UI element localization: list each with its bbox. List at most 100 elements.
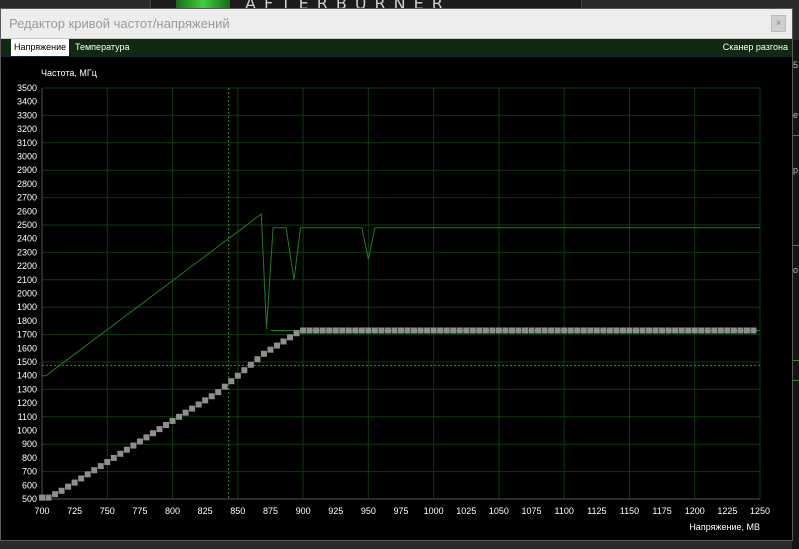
curve-points [39, 327, 760, 501]
y-tick-label: 600 [22, 480, 37, 490]
curve-point [182, 409, 189, 416]
curve-point [228, 378, 235, 385]
curve-point [515, 327, 522, 334]
vf-curve-line [42, 213, 760, 377]
curve-point [730, 327, 737, 334]
curve-point [273, 342, 280, 349]
curve-point [234, 372, 241, 379]
curve-point [561, 327, 568, 334]
y-tick-label: 2000 [17, 289, 37, 299]
curve-point [678, 327, 685, 334]
chart-grid [41, 87, 761, 500]
curve-point [195, 401, 202, 408]
curve-point [593, 327, 600, 334]
curve-point [554, 327, 561, 334]
curve-point [345, 327, 352, 334]
y-tick-label: 2900 [17, 165, 37, 175]
curve-point [632, 327, 639, 334]
curve-point [306, 327, 313, 334]
curve-point [52, 491, 59, 498]
y-tick-label: 2600 [17, 206, 37, 216]
curve-point [189, 405, 196, 412]
y-tick-label: 1900 [17, 302, 37, 312]
curve-point [613, 327, 620, 334]
curve-point [221, 383, 228, 390]
curve-point [430, 327, 437, 334]
x-tick-label: 1125 [587, 506, 606, 516]
y-tick-label: 2500 [17, 220, 37, 230]
x-tick-label: 1100 [555, 506, 574, 516]
curve-point [724, 327, 731, 334]
curve-point [737, 327, 744, 334]
curve-point [437, 327, 444, 334]
x-tick-label: 950 [361, 506, 376, 516]
x-tick-label: 1000 [424, 506, 444, 516]
curve-point [528, 327, 535, 334]
x-tick-label: 1025 [456, 506, 476, 516]
x-tick-label: 975 [393, 506, 408, 516]
curve-point [717, 327, 724, 334]
y-tick-label: 2200 [17, 261, 37, 271]
y-tick-label: 3400 [17, 97, 37, 107]
vf-curve-chart[interactable]: 500 600 700 800 900 1000 1100 1200 1300 1400 1500 1… [0, 0, 799, 549]
x-tick-label: 1200 [685, 506, 705, 516]
curve-point [254, 356, 261, 363]
y-tick-label: 900 [22, 439, 37, 449]
curve-point [548, 327, 555, 334]
curve-point [110, 454, 117, 461]
curve-point [202, 397, 209, 404]
x-tick-label: 800 [165, 506, 180, 516]
curve-point [535, 327, 542, 334]
curve-point [58, 487, 65, 494]
y-tick-label: 800 [22, 453, 37, 463]
curve-point [339, 327, 346, 334]
curve-point [39, 494, 45, 501]
curve-point [169, 417, 176, 424]
curve-point [123, 446, 130, 453]
curve-point [567, 327, 574, 334]
curve-point [241, 367, 248, 374]
y-tick-label: 1000 [17, 426, 37, 436]
y-tick-label: 1200 [17, 398, 37, 408]
curve-point [130, 442, 137, 449]
curve-point [117, 450, 124, 457]
y-tick-label: 3100 [17, 138, 37, 148]
curve-point [659, 327, 666, 334]
curve-point [176, 413, 183, 420]
x-tick-label: 825 [198, 506, 213, 516]
curve-point [626, 327, 633, 334]
y-tick-label: 700 [22, 467, 37, 477]
curve-point [78, 475, 85, 482]
curve-point [417, 327, 424, 334]
curve-point [443, 327, 450, 334]
curve-point [495, 327, 502, 334]
curve-point [313, 327, 320, 334]
x-tick-labels: 700 725 750 775 800 825 850 875 900 925 950 975 1000… [34, 506, 770, 516]
curve-point [319, 327, 326, 334]
curve-point [293, 330, 300, 337]
curve-point [541, 327, 548, 334]
curve-point [71, 479, 78, 486]
curve-point [398, 327, 404, 334]
curve-point [136, 438, 143, 445]
y-tick-label: 2300 [17, 247, 37, 257]
x-tick-label: 1050 [489, 506, 509, 516]
y-tick-labels: 500 600 700 800 900 1000 1100 1200 1300 1400 1500 1… [17, 83, 37, 504]
crosshair [42, 88, 760, 499]
x-tick-label: 875 [263, 506, 278, 516]
x-tick-label: 1150 [620, 506, 639, 516]
curve-point [97, 463, 104, 470]
y-tick-label: 1500 [17, 357, 37, 367]
x-tick-label: 725 [67, 506, 82, 516]
curve-point [104, 459, 111, 466]
curve-point [619, 327, 626, 334]
y-tick-label: 1600 [17, 343, 37, 353]
curve-point [91, 467, 98, 474]
curve-point [391, 327, 398, 334]
curve-point [358, 327, 365, 334]
curve-point [45, 494, 52, 501]
curve-point [424, 327, 431, 334]
curve-point [574, 327, 581, 334]
curve-point [489, 327, 496, 334]
x-tick-label: 750 [100, 506, 115, 516]
